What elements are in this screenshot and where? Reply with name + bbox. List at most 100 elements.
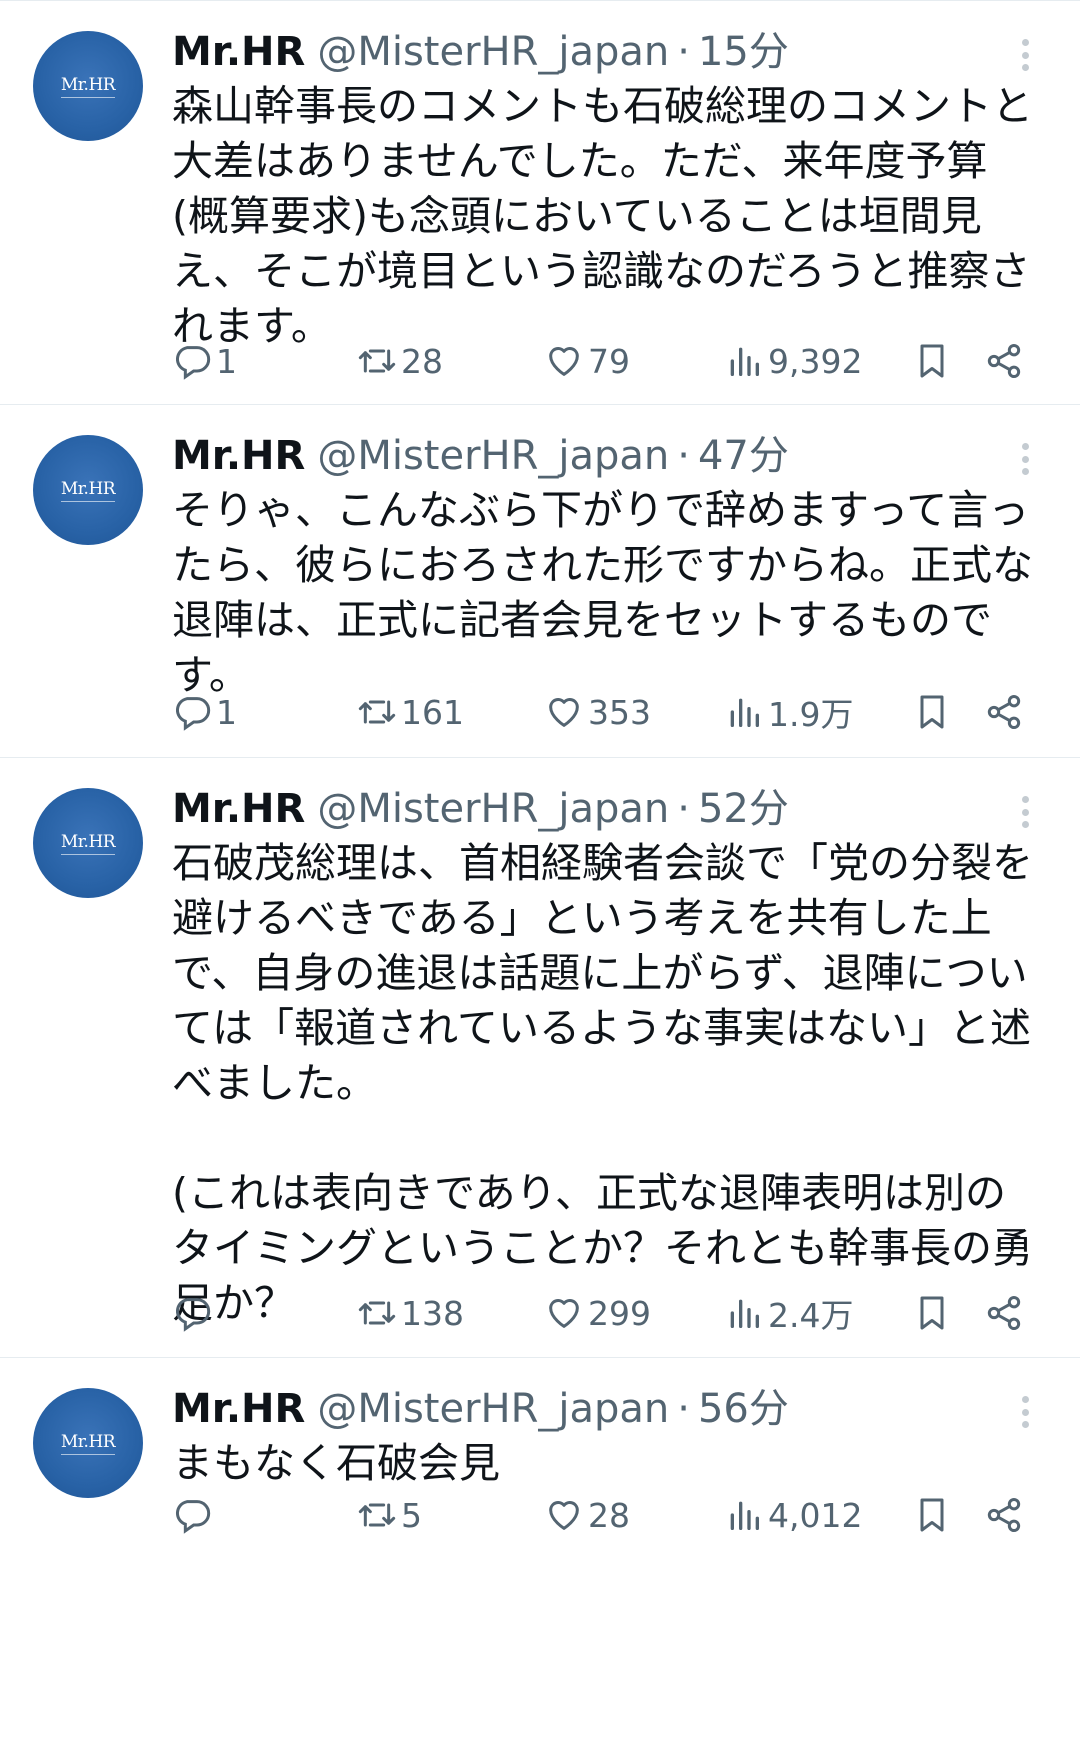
views-button[interactable]: 1.9万 (724, 687, 853, 737)
heart-icon (549, 347, 579, 376)
share-button[interactable] (984, 687, 1024, 737)
reply-icon (175, 1298, 211, 1332)
separator-dot: · (677, 433, 690, 479)
avatar[interactable]: Mr.HR (33, 1388, 143, 1498)
tweet-text: そりゃ、こんなぶら下がりで辞めますって言ったら、彼らにおろされた形ですからね。正… (172, 486, 1033, 699)
author-handle[interactable]: @MisterHR_japan (317, 25, 669, 79)
tweet[interactable]: Mr.HR Mr.HR @MisterHR_japan · 56分 まもなく石破… (0, 1358, 1080, 1741)
bookmark-button[interactable] (912, 336, 952, 386)
retweet-icon (358, 349, 396, 373)
avatar-logo-text: Mr.HR (60, 1432, 116, 1455)
views-chart-icon (730, 698, 759, 727)
bookmark-button[interactable] (912, 1288, 952, 1338)
separator-dot: · (677, 786, 690, 832)
tweet[interactable]: Mr.HR Mr.HR @MisterHR_japan · 52分 石破茂総理は… (0, 758, 1080, 1358)
share-icon (987, 695, 1021, 729)
share-icon (987, 1296, 1021, 1330)
avatar[interactable]: Mr.HR (33, 435, 143, 545)
retweet-icon (358, 1301, 396, 1325)
avatar-logo-text: Mr.HR (60, 479, 116, 502)
retweet-count: 138 (401, 1293, 464, 1333)
retweet-count: 28 (401, 341, 443, 381)
like-button[interactable]: 28 (544, 1490, 630, 1540)
share-button[interactable] (984, 336, 1024, 386)
author-handle[interactable]: @MisterHR_japan (317, 782, 669, 836)
reply-button[interactable] (172, 1288, 216, 1338)
views-button[interactable]: 4,012 (724, 1490, 862, 1540)
like-count: 28 (588, 1495, 630, 1535)
avatar[interactable]: Mr.HR (33, 31, 143, 141)
bookmark-icon (920, 1296, 944, 1330)
retweet-icon (358, 1503, 396, 1527)
retweet-button[interactable]: 5 (357, 1490, 422, 1540)
retweet-count: 5 (401, 1495, 422, 1535)
author-handle[interactable]: @MisterHR_japan (317, 429, 669, 483)
tweet-header: Mr.HR @MisterHR_japan · 15分 (172, 25, 1040, 79)
author-name[interactable]: Mr.HR (172, 25, 305, 79)
more-vertical-icon[interactable] (1010, 35, 1040, 75)
separator-dot: · (677, 1386, 690, 1432)
more-vertical-icon[interactable] (1010, 439, 1040, 479)
bookmark-icon (920, 695, 944, 729)
reply-count: 1 (216, 692, 237, 732)
tweet-text: まもなく石破会見 (172, 1439, 500, 1487)
more-vertical-icon[interactable] (1010, 1392, 1040, 1432)
like-button[interactable]: 299 (544, 1288, 651, 1338)
author-name[interactable]: Mr.HR (172, 429, 305, 483)
like-count: 353 (588, 692, 651, 732)
views-button[interactable]: 2.4万 (724, 1288, 853, 1338)
heart-icon (549, 1501, 579, 1530)
tweet-timestamp[interactable]: 56分 (698, 1382, 789, 1436)
tweet-actions: 1 28 79 9,392 (172, 336, 1040, 386)
like-button[interactable]: 79 (544, 336, 630, 386)
avatar-logo-text: Mr.HR (60, 832, 116, 855)
avatar-logo-text: Mr.HR (60, 75, 116, 98)
retweet-icon (358, 700, 396, 724)
tweet-text: 森山幹事長のコメントも石破総理のコメントと大差はありませんでした。ただ、来年度予… (172, 82, 1033, 350)
share-button[interactable] (984, 1288, 1024, 1338)
retweet-button[interactable]: 28 (357, 336, 443, 386)
tweet-text: 石破茂総理は、首相経験者会談で「党の分裂を避けるべきである」という考えを共有した… (172, 839, 1033, 1327)
tweet-timestamp[interactable]: 15分 (698, 25, 789, 79)
avatar[interactable]: Mr.HR (33, 788, 143, 898)
views-button[interactable]: 9,392 (724, 336, 862, 386)
views-chart-icon (730, 1299, 759, 1328)
tweet-content: Mr.HR @MisterHR_japan · 52分 石破茂総理は、首相経験者… (172, 782, 1040, 1331)
tweet[interactable]: Mr.HR Mr.HR @MisterHR_japan · 47分 そりゃ、こん… (0, 405, 1080, 758)
tweet-content: Mr.HR @MisterHR_japan · 56分 まもなく石破会見 (172, 1382, 1040, 1491)
tweet-content: Mr.HR @MisterHR_japan · 15分 森山幹事長のコメントも石… (172, 25, 1040, 354)
tweet-actions: 1 161 353 1.9万 (172, 687, 1040, 737)
reply-icon (175, 1500, 211, 1534)
separator-dot: · (677, 29, 690, 75)
bookmark-button[interactable] (912, 1490, 952, 1540)
heart-icon (549, 1299, 579, 1328)
reply-button[interactable]: 1 (172, 687, 237, 737)
heart-icon (549, 698, 579, 727)
tweet-actions: 138 299 2.4万 (172, 1288, 1040, 1338)
like-count: 79 (588, 341, 630, 381)
reply-button[interactable] (172, 1490, 216, 1540)
reply-button[interactable]: 1 (172, 336, 237, 386)
tweet-header: Mr.HR @MisterHR_japan · 56分 (172, 1382, 1040, 1436)
tweet[interactable]: Mr.HR Mr.HR @MisterHR_japan · 15分 森山幹事長の… (0, 0, 1080, 405)
author-name[interactable]: Mr.HR (172, 782, 305, 836)
retweet-count: 161 (401, 692, 464, 732)
share-icon (987, 1498, 1021, 1532)
author-handle[interactable]: @MisterHR_japan (317, 1382, 669, 1436)
retweet-button[interactable]: 161 (357, 687, 464, 737)
tweet-header: Mr.HR @MisterHR_japan · 52分 (172, 782, 1040, 836)
like-button[interactable]: 353 (544, 687, 651, 737)
views-chart-icon (730, 347, 759, 376)
views-chart-icon (730, 1501, 759, 1530)
tweet-timestamp[interactable]: 47分 (698, 429, 789, 483)
like-count: 299 (588, 1293, 651, 1333)
share-button[interactable] (984, 1490, 1024, 1540)
view-count: 4,012 (768, 1495, 863, 1535)
more-vertical-icon[interactable] (1010, 792, 1040, 832)
author-name[interactable]: Mr.HR (172, 1382, 305, 1436)
tweet-timestamp[interactable]: 52分 (698, 782, 789, 836)
tweet-actions: 5 28 4,012 (172, 1490, 1040, 1540)
retweet-button[interactable]: 138 (357, 1288, 464, 1338)
bookmark-button[interactable] (912, 687, 952, 737)
bookmark-icon (920, 1498, 944, 1532)
